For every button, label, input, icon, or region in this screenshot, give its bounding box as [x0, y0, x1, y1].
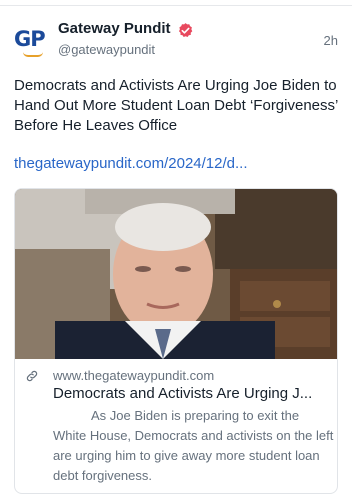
- card-title[interactable]: Democrats and Activists Are Urging J...: [53, 385, 333, 402]
- post-text: Democrats and Activists Are Urging Joe B…: [14, 77, 338, 134]
- avatar[interactable]: GP: [14, 25, 48, 59]
- link-icon: [26, 370, 38, 382]
- card-image: [15, 189, 337, 359]
- post-timestamp[interactable]: 2h: [324, 33, 338, 48]
- author-handle[interactable]: @gatewaypundit: [58, 42, 155, 57]
- card-description: As Joe Biden is preparing to exit the Wh…: [53, 408, 334, 483]
- author-name[interactable]: Gateway Pundit: [58, 20, 171, 37]
- link-preview-card[interactable]: www.thegatewaypundit.com Democrats and A…: [14, 188, 338, 494]
- card-domain: www.thegatewaypundit.com: [53, 368, 215, 383]
- post-link[interactable]: thegatewaypundit.com/2024/12/d...: [14, 155, 340, 172]
- card-domain-row: www.thegatewaypundit.com: [15, 366, 337, 386]
- avatar-logo-text: GP: [14, 27, 46, 51]
- top-divider: [0, 0, 352, 6]
- verified-badge-icon: [178, 23, 193, 38]
- avatar-swoosh: [23, 52, 43, 57]
